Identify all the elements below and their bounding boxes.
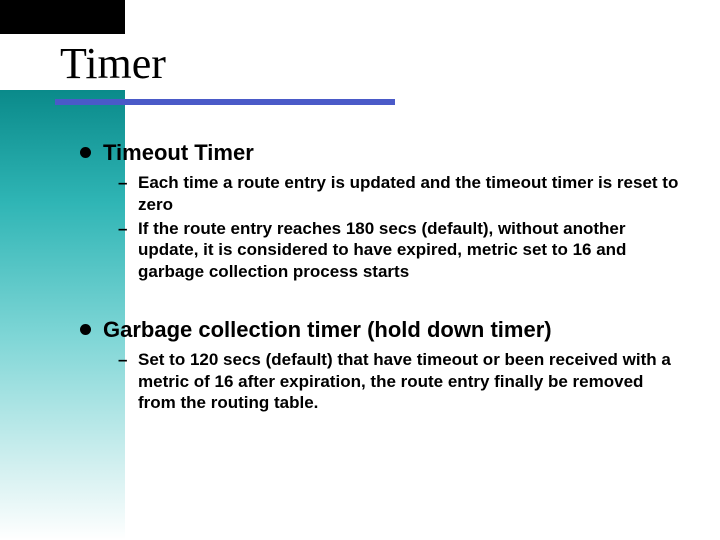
content-area: Timeout Timer – Each time a route entry … <box>80 140 680 448</box>
sub-bullet-text: If the route entry reaches 180 secs (def… <box>138 218 680 283</box>
sub-bullet-text: Each time a route entry is updated and t… <box>138 172 680 216</box>
dash-icon: – <box>118 349 132 371</box>
title-underline <box>55 99 395 105</box>
sub-bullet: – Each time a route entry is updated and… <box>118 172 680 216</box>
disc-bullet-icon <box>80 147 91 158</box>
bullet-heading-text: Garbage collection timer (hold down time… <box>103 317 552 343</box>
slide-title: Timer <box>60 38 166 89</box>
bullet-heading: Garbage collection timer (hold down time… <box>80 317 680 343</box>
sub-list: – Set to 120 secs (default) that have ti… <box>118 349 680 414</box>
slide: Timer Timeout Timer – Each time a route … <box>0 0 720 540</box>
sub-bullet-text: Set to 120 secs (default) that have time… <box>138 349 680 414</box>
corner-block <box>0 0 125 34</box>
dash-icon: – <box>118 218 132 240</box>
bullet-heading-text: Timeout Timer <box>103 140 254 166</box>
bullet-item: Timeout Timer – Each time a route entry … <box>80 140 680 283</box>
dash-icon: – <box>118 172 132 194</box>
disc-bullet-icon <box>80 324 91 335</box>
bullet-item: Garbage collection timer (hold down time… <box>80 317 680 414</box>
sub-list: – Each time a route entry is updated and… <box>118 172 680 283</box>
sub-bullet: – If the route entry reaches 180 secs (d… <box>118 218 680 283</box>
sub-bullet: – Set to 120 secs (default) that have ti… <box>118 349 680 414</box>
bullet-heading: Timeout Timer <box>80 140 680 166</box>
